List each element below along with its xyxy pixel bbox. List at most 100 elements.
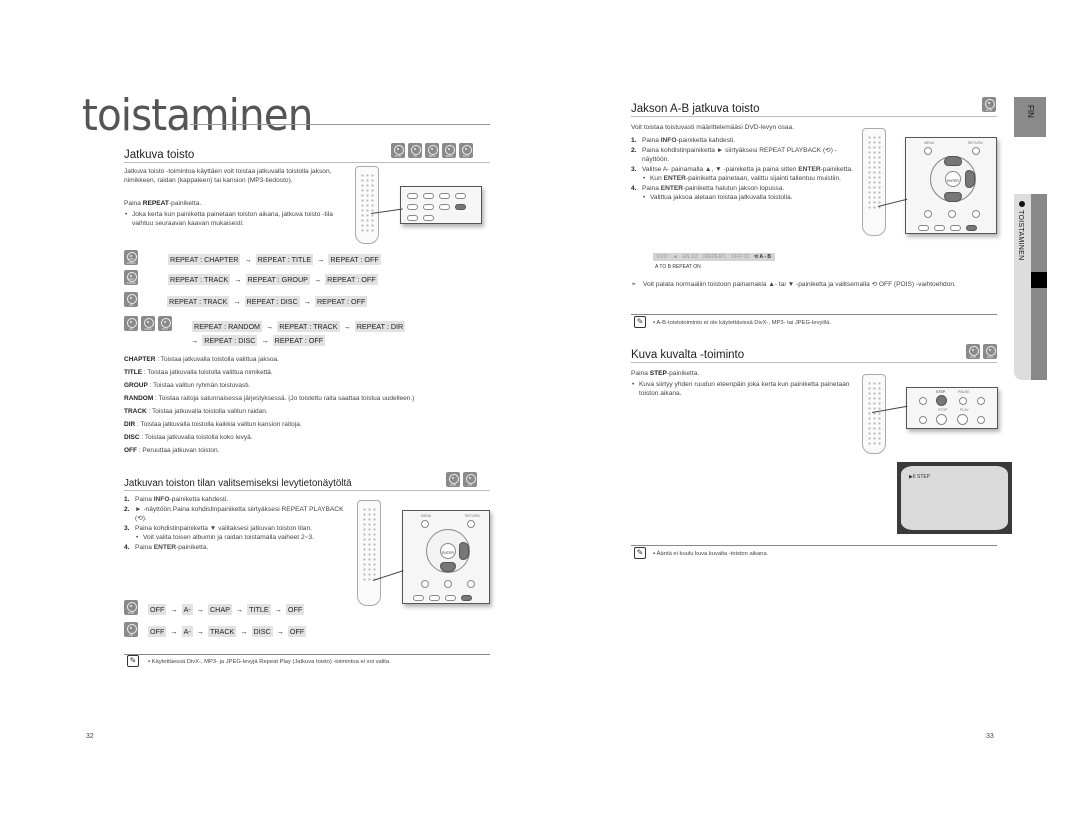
play-label: PLAY xyxy=(960,408,969,412)
flow-chip: REPEAT : GROUP xyxy=(245,274,310,285)
subtitle-button-icon xyxy=(948,210,956,218)
intro-text: Jatkuva toisto -toimintoa käyttäen voit … xyxy=(124,168,332,184)
definition-item: GROUP : Toistaa valitun ryhmän toistuvas… xyxy=(124,382,251,389)
title-rule xyxy=(190,124,490,125)
enter-label: ENTER xyxy=(442,551,454,555)
flow-chip: REPEAT : TRACK xyxy=(167,296,230,307)
definition-item: DISC : Toistaa jatkuvalla toistolla koko… xyxy=(124,434,253,441)
flow-chip: OFF xyxy=(285,604,305,615)
step-sub-bullet: Voit valita toisen albumin ja raidan toi… xyxy=(135,533,352,543)
flow-chip: TRACK xyxy=(207,626,237,637)
language-label: FIN xyxy=(1026,105,1035,118)
jpeg-disc-icon: JPEG xyxy=(141,316,155,331)
cd-disc-icon: CD xyxy=(463,472,477,487)
sleep-button-icon xyxy=(407,204,418,210)
disc-icons-group: CD JPEG DivX xyxy=(124,316,172,331)
definition-item: TITLE : Toistaa jatkuvalla toistolla val… xyxy=(124,369,273,376)
note-rule xyxy=(631,314,997,315)
remote-callout-navigation: MENU RETURN ENTER xyxy=(905,137,997,234)
disc-icons-ab: DVD xyxy=(982,97,996,112)
remote-illustration xyxy=(862,374,886,454)
flow-chip: TITLE xyxy=(247,604,271,615)
audio-button-icon xyxy=(421,580,429,588)
osd-info-bar: DVD ◄ EN 1/3 (REPEAT) OFF/ 02 ⟲ A - B xyxy=(653,253,775,261)
fast-forward-button-icon xyxy=(977,416,985,424)
section-title-ab-repeat: Jakson A-B jatkuva toisto xyxy=(631,103,760,115)
note-rule xyxy=(631,545,997,546)
tip-text: ➣ Voit palata normaaliin toistoon painama… xyxy=(631,281,956,288)
osd-audio: EN 1/3 xyxy=(682,254,698,260)
flow-chip: REPEAT : DISC xyxy=(244,296,300,307)
disc-icons-jatkuva: DVD CD MP3 JPEG DivX xyxy=(391,143,473,158)
arrow-icon: → xyxy=(261,336,269,345)
flow-chip: CHAP xyxy=(207,604,232,615)
tuner-button-icon xyxy=(413,595,424,601)
audio-button-icon xyxy=(924,210,932,218)
flow-chip: OFF xyxy=(148,626,167,637)
timer-button-icon xyxy=(423,215,434,221)
enter-label: ENTER xyxy=(947,179,959,183)
return-button-icon xyxy=(467,520,475,528)
repeat-button-icon xyxy=(455,204,466,210)
page-title: toistaminen xyxy=(82,90,313,141)
flow-sequence: REPEAT : CHAPTER → REPEAT : TITLE → REPEAT… xyxy=(168,254,381,265)
return-button-icon xyxy=(972,147,980,155)
dvd-disc-icon: DVD xyxy=(982,97,996,112)
osd-caption: A TO B REPEAT ON xyxy=(655,264,701,270)
step-item: 4. Paina ENTER-painiketta halutun jakson … xyxy=(631,184,863,203)
return-label: RETURN xyxy=(465,514,480,518)
chapter-position-marker xyxy=(1031,272,1047,288)
arrow-icon: → xyxy=(170,627,178,636)
flow-chip: REPEAT : OFF xyxy=(272,335,326,346)
arrow-icon: → xyxy=(276,627,284,636)
chapter-label: TOISTAMINEN xyxy=(1017,210,1024,261)
press-instruction: Paina REPEAT-painiketta. xyxy=(124,200,202,207)
flow-sequence: REPEAT : RANDOM → REPEAT : TRACK → REPEAT … xyxy=(192,321,406,332)
flow-sequence: REPEAT : TRACK → REPEAT : DISC → REPEAT : … xyxy=(167,296,368,307)
disc-icons-levytieto: DVD CD xyxy=(446,472,477,487)
definition-item: CHAPTER : Toistaa jatkuvalla toistolla v… xyxy=(124,356,279,363)
flow-chip: A- xyxy=(181,626,193,637)
flow-chip: REPEAT : TRACK xyxy=(168,274,231,285)
skip-back-button-icon xyxy=(919,397,927,405)
exit-button-icon xyxy=(972,210,980,218)
definition-item: DIR : Toistaa jatkuvalla toistolla kaikk… xyxy=(124,421,302,428)
flow-sequence: OFF → A- → CHAP → TITLE → OFF xyxy=(148,604,305,615)
jpeg-disc-icon: JPEG xyxy=(442,143,456,158)
menu-button-icon xyxy=(924,147,932,155)
section-rule xyxy=(124,490,490,491)
flow-chip: A- xyxy=(181,604,193,615)
arrow-icon: → xyxy=(240,627,248,636)
step-item: 4. Paina ENTER-painiketta. xyxy=(124,543,209,551)
arrow-icon: → xyxy=(317,255,325,264)
note-text: ▪ A-B-toistotoiminto ei ole käytettäviss… xyxy=(653,320,831,326)
definition-item: RANDOM : Toistaa raitoja satunnaisessa j… xyxy=(124,395,415,402)
step-label: STEP xyxy=(936,390,946,394)
down-arrow-button-icon xyxy=(440,562,456,572)
arrow-icon: → xyxy=(266,322,274,331)
remote-illustration xyxy=(355,166,379,244)
dimmer-button-icon xyxy=(423,204,434,210)
step-bullet-text: • Kuva siirtyy yhden ruudun eteenpäin jok… xyxy=(632,381,850,397)
tv-step-text: ▶II STEP xyxy=(909,474,931,480)
cd-disc-icon: CD xyxy=(124,292,138,307)
skip-forward-button-icon xyxy=(977,397,985,405)
tuner-button-icon xyxy=(918,225,929,231)
zoom-button-icon xyxy=(445,595,456,601)
flow-sequence: REPEAT : TRACK → REPEAT : GROUP → REPEAT :… xyxy=(168,274,378,285)
subtitle-button-icon xyxy=(444,580,452,588)
tuner-button-icon xyxy=(407,215,418,221)
dvd-video-disc-icon: DVD-VIDEO xyxy=(124,250,138,265)
cd-disc-icon: CD xyxy=(124,316,138,331)
step-press-instruction: Paina STEP-painiketta. xyxy=(631,370,700,377)
slow-button-icon xyxy=(423,193,434,199)
page-number-right: 33 xyxy=(986,733,994,740)
step-item: 1. Paina INFO-painiketta kahdesti. xyxy=(124,496,229,503)
section-title-jatkuva-toisto: Jatkuva toisto xyxy=(124,149,195,161)
steps-ab: 1. Paina INFO-painiketta kahdesti. 2. Pain… xyxy=(631,136,863,203)
slow-button-icon xyxy=(429,595,440,601)
osd-left-arrow-icon: ◄ xyxy=(672,254,678,260)
right-arrow-button-icon xyxy=(459,542,469,560)
arrow-icon: → xyxy=(343,322,351,331)
note-pencil-icon: ✎ xyxy=(634,316,646,328)
